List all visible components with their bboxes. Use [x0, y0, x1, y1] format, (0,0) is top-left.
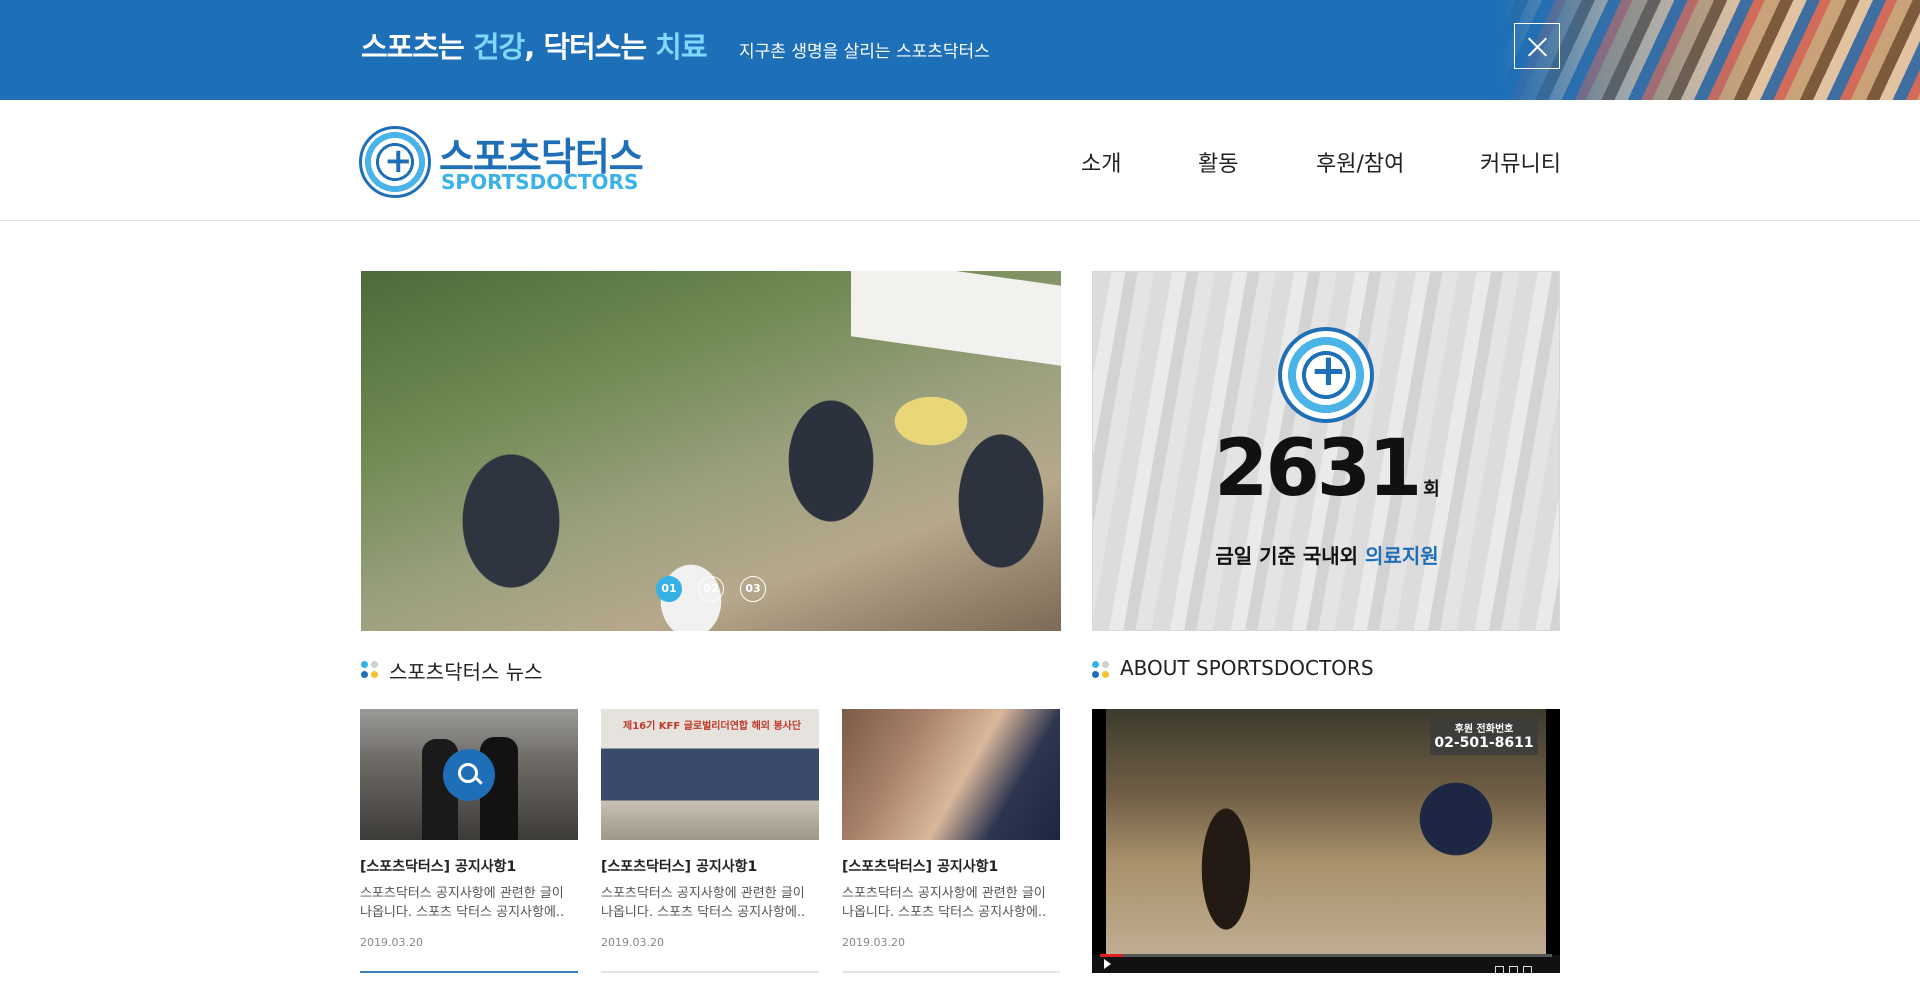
nav-item-activity[interactable]: 활동 [1198, 146, 1238, 178]
slider-dot-3[interactable]: 03 [740, 576, 766, 602]
video-progress-bar[interactable] [1100, 954, 1552, 957]
news-date: 2019.03.20 [360, 936, 423, 949]
news-desc: 스포츠닥터스 공지사항에 관련한 글이 나옵니다. 스포츠 닥터스 공지사항에.… [842, 886, 1047, 920]
hero-slider[interactable]: 01 02 03 [361, 271, 1061, 631]
support-count-label: 금일 기준 국내외 의료지원 [1215, 544, 1439, 568]
about-section-title: ABOUT SPORTSDOCTORS [1120, 656, 1374, 680]
section-dots-icon [1092, 661, 1110, 679]
search-icon[interactable] [443, 749, 495, 801]
news-underline [360, 971, 578, 973]
logo-english: SPORTSDOCTORS [441, 170, 639, 194]
news-thumbnail [842, 709, 1060, 840]
slider-dot-2[interactable]: 02 [698, 576, 724, 602]
video-progress-fill [1100, 954, 1123, 957]
banner-subtitle: 지구촌 생명을 살리는 스포츠닥터스 [739, 42, 990, 62]
support-count: 2631 회 [1214, 424, 1440, 514]
nav-item-support[interactable]: 후원/참여 [1316, 146, 1404, 178]
news-card[interactable]: [스포츠닥터스] 공지사항1 스포츠닥터스 공지사항에 관련한 글이 나옵니다.… [360, 709, 578, 973]
sportsdoctors-emblem-icon [1278, 327, 1374, 423]
nav-item-intro[interactable]: 소개 [1081, 146, 1121, 178]
news-date: 2019.03.20 [601, 936, 664, 949]
hero-banner-sign [851, 271, 1061, 366]
subtitles-icon[interactable] [1495, 966, 1504, 973]
banner-photo [1500, 0, 1920, 100]
site-logo[interactable]: 스포츠닥터스 SPORTSDOCTORS [359, 126, 644, 198]
news-desc: 스포츠닥터스 공지사항에 관련한 글이 나옵니다. 스포츠 닥터스 공지사항에.… [360, 886, 565, 920]
news-date: 2019.03.20 [842, 936, 905, 949]
close-icon[interactable] [1514, 23, 1560, 69]
news-card[interactable]: [스포츠닥터스] 공지사항1 스포츠닥터스 공지사항에 관련한 글이 나옵니다.… [601, 709, 819, 973]
banner-slogan: 스포츠는 건강, 닥터스는 치료 [361, 30, 708, 64]
news-section-title: 스포츠닥터스 뉴스 [389, 660, 543, 684]
video-phone-overlay: 후원 전화번호 02-501-8611 [1430, 717, 1538, 755]
settings-icon[interactable] [1509, 966, 1518, 973]
about-video-player[interactable]: 후원 전화번호 02-501-8611 [1092, 709, 1560, 973]
slider-dot-1[interactable]: 01 [656, 576, 682, 602]
news-underline [842, 971, 1060, 973]
news-underline [601, 971, 819, 973]
play-icon[interactable] [1104, 959, 1111, 969]
news-desc: 스포츠닥터스 공지사항에 관련한 글이 나옵니다. 스포츠 닥터스 공지사항에.… [601, 886, 806, 920]
logo-emblem-icon [359, 126, 431, 198]
fullscreen-icon[interactable] [1523, 966, 1532, 973]
top-banner: 스포츠는 건강, 닥터스는 치료 지구촌 생명을 살리는 스포츠닥터스 [0, 0, 1920, 100]
news-title: [스포츠닥터스] 공지사항1 [360, 859, 517, 875]
news-title: [스포츠닥터스] 공지사항1 [601, 859, 758, 875]
video-phone-number: 02-501-8611 [1434, 735, 1534, 751]
video-phone-label: 후원 전화번호 [1454, 724, 1514, 735]
site-header: 스포츠닥터스 SPORTSDOCTORS 소개 활동 후원/참여 커뮤니티 [0, 100, 1920, 221]
section-dots-icon [361, 661, 379, 679]
news-title: [스포츠닥터스] 공지사항1 [842, 859, 999, 875]
nav-item-community[interactable]: 커뮤니티 [1480, 146, 1561, 178]
support-stats-box: 2631회 금일 기준 국내외 의료지원 [1092, 271, 1560, 631]
news-card[interactable]: [스포츠닥터스] 공지사항1 스포츠닥터스 공지사항에 관련한 글이 나옵니다.… [842, 709, 1060, 973]
news-thumbnail [601, 709, 819, 840]
video-settings-icons[interactable] [1490, 959, 1550, 973]
